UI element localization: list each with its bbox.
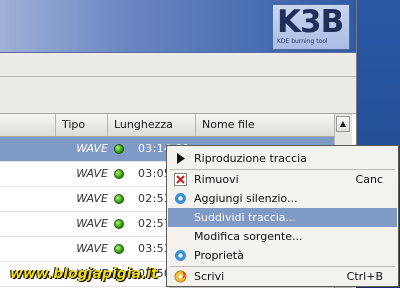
k3b-logo: K3B KDE burning tool [272,4,350,50]
track-type: WAVE [76,217,108,230]
menu-item-aggiungi-silenzio[interactable]: Aggiungi silenzio... [168,189,397,208]
track-type: WAVE [76,192,108,205]
context-menu: Riproduzione traccia Rimuovi Canc Aggiun… [166,145,399,287]
menu-item-scrivi[interactable]: Scrivi Ctrl+B [168,267,397,286]
menu-item-label: Aggiungi silenzio... [194,192,298,205]
project-panel [0,53,356,113]
menu-item-riproduzione-traccia[interactable]: Riproduzione traccia [168,149,397,168]
column-header-lunghezza[interactable]: Lunghezza [108,114,196,136]
column-header-nome-file[interactable]: Nome file [196,114,334,136]
burn-icon [174,270,187,283]
status-led-icon [114,219,124,229]
remove-icon [174,173,187,186]
menu-item-suddividi-traccia[interactable]: Suddividi traccia... [168,208,397,227]
menu-item-label: Suddividi traccia... [194,211,297,224]
panel-divider [0,76,356,77]
gear-icon [175,250,186,261]
menu-item-rimuovi[interactable]: Rimuovi Canc [168,170,397,189]
menu-item-shortcut: Canc [355,173,383,186]
track-type: WAVE [76,167,108,180]
track-list-header: Tipo Lunghezza Nome file [0,114,334,137]
status-led-icon [114,169,124,179]
track-type: WAVE [76,142,108,155]
scroll-up-arrow-icon[interactable]: ▲ [336,116,350,132]
watermark-text: www.blogjapigia.it [10,266,158,282]
menu-item-label: Proprietà [194,249,244,262]
status-led-icon [114,244,124,254]
column-header-tipo[interactable]: Tipo [56,114,108,136]
menu-item-label: Riproduzione traccia [194,152,307,165]
status-led-icon [114,144,124,154]
gear-icon [175,193,186,204]
menu-item-modifica-sorgente[interactable]: Modifica sorgente... [168,227,397,246]
k3b-banner: K3B KDE burning tool [0,0,356,53]
play-icon [177,153,185,164]
menu-item-label: Modifica sorgente... [194,230,303,243]
track-type: WAVE [76,242,108,255]
logo-title: K3B [277,4,344,40]
menu-item-label: Scrivi [194,270,225,283]
menu-item-shortcut: Ctrl+B [346,270,383,283]
status-led-icon [114,194,124,204]
menu-item-proprieta[interactable]: Proprietà [168,246,397,265]
menu-item-label: Rimuovi [194,173,239,186]
column-header-blank[interactable] [0,114,56,136]
logo-subtitle: KDE burning tool [277,38,328,45]
